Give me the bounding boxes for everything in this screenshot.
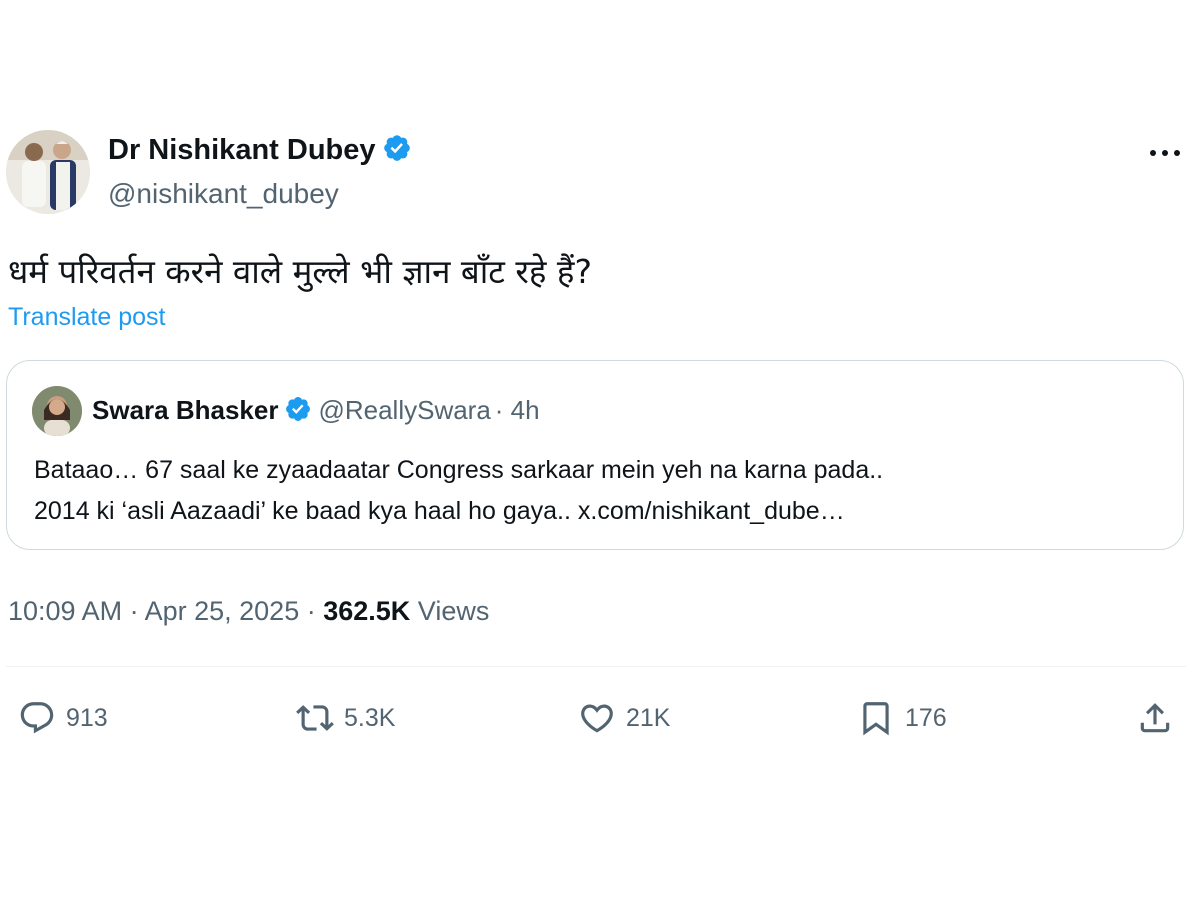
quote-avatar-photo (32, 386, 82, 436)
author-handle[interactable]: @nishikant_dubey (108, 178, 339, 210)
quote-author-handle: @ReallySwara (318, 395, 491, 425)
repost-icon (296, 705, 334, 731)
more-icon[interactable] (1148, 140, 1184, 164)
share-button[interactable] (1136, 696, 1174, 740)
bookmark-icon (863, 702, 889, 736)
bookmark-count: 176 (905, 703, 947, 732)
avatar-photo (6, 130, 90, 214)
tweet-meta: 10:09 AM · Apr 25, 2025 · 362.5K Views (8, 596, 489, 627)
repost-count: 5.3K (344, 703, 396, 732)
tweet-date[interactable]: Apr 25, 2025 (145, 596, 300, 626)
tweet-time[interactable]: 10:09 AM (8, 596, 122, 626)
quote-text: Bataao… 67 saal ke zyaadaatar Congress s… (34, 450, 883, 532)
author-name[interactable]: Dr Nishikant Dubey (108, 133, 412, 171)
divider (6, 666, 1186, 667)
views-label: Views (410, 596, 490, 626)
translate-post-link[interactable]: Translate post (8, 303, 165, 332)
separator-dot: · (122, 596, 145, 626)
views-count: 362.5K (323, 596, 411, 626)
reply-count: 913 (66, 703, 108, 732)
quote-text-line: Bataao… 67 saal ke zyaadaatar Congress s… (34, 456, 884, 484)
quote-text-line: 2014 ki ‘asli Aazaadi’ ke baad kya haal … (34, 497, 845, 525)
verified-badge-icon (284, 395, 312, 430)
verified-badge-icon (382, 133, 412, 171)
author-avatar[interactable] (6, 130, 90, 214)
like-count: 21K (626, 703, 671, 732)
bookmark-button[interactable]: 176 (857, 696, 947, 740)
reply-icon (20, 702, 54, 734)
quote-timestamp: · 4h (494, 395, 540, 425)
like-icon (581, 704, 613, 733)
like-button[interactable]: 21K (578, 696, 670, 740)
separator-dot: · (299, 596, 324, 626)
quote-author[interactable]: Swara Bhasker @ReallySwara · 4h (92, 395, 540, 430)
quote-author-name: Swara Bhasker (92, 395, 279, 425)
repost-button[interactable]: 5.3K (296, 696, 395, 740)
quote-author-avatar[interactable] (32, 386, 82, 436)
share-icon (1140, 703, 1170, 733)
author-name-text: Dr Nishikant Dubey (108, 134, 376, 166)
tweet-text: धर्म परिवर्तन करने वाले मुल्ले भी ज्ञान … (8, 252, 592, 291)
reply-button[interactable]: 913 (18, 696, 108, 740)
